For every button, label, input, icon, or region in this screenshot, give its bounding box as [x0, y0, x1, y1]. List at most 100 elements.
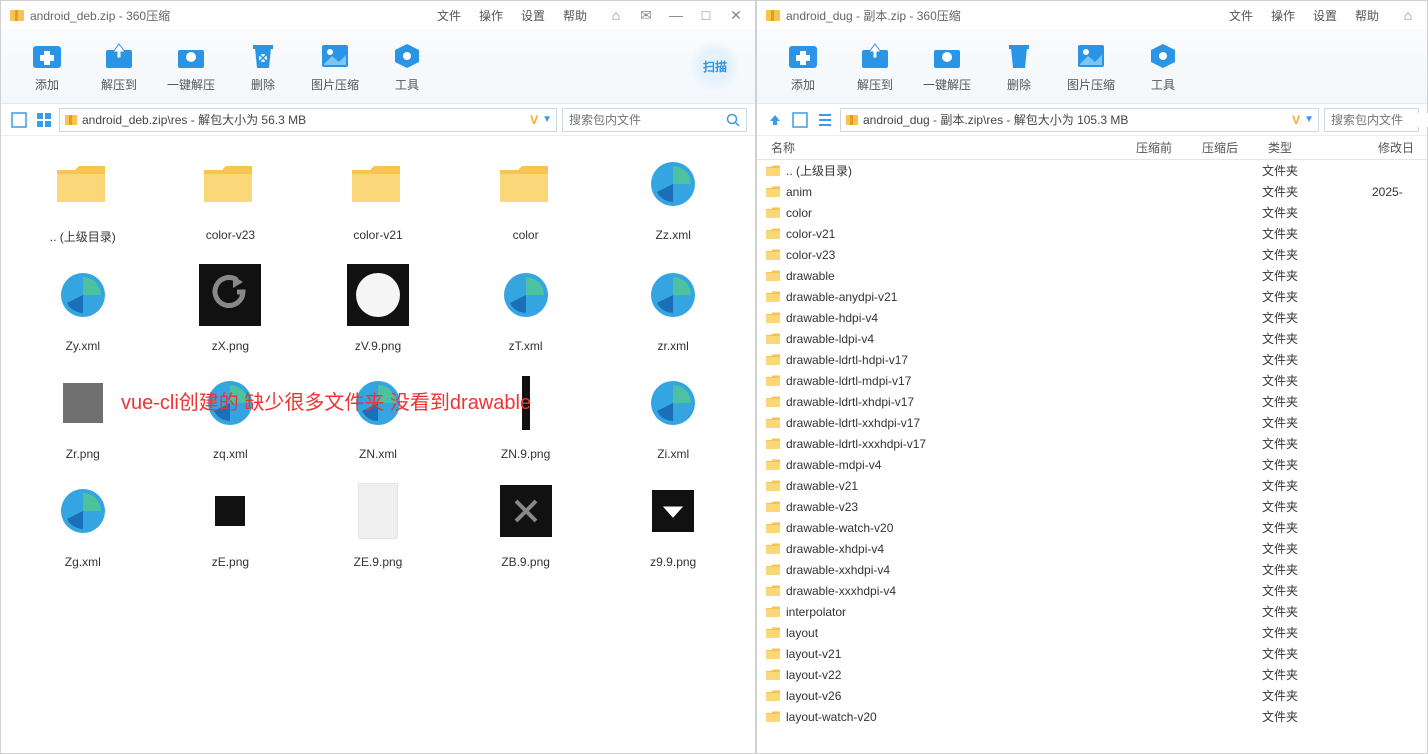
list-row[interactable]: interpolator文件夹 [757, 601, 1427, 622]
file-item[interactable]: color [456, 148, 596, 245]
extract-to-button[interactable]: 解压到 [83, 40, 155, 93]
file-item[interactable]: zq.xml [161, 367, 301, 461]
delete-button[interactable]: 删除 [227, 40, 299, 93]
add-button[interactable]: 添加 [11, 40, 83, 93]
list-row[interactable]: drawable-anydpi-v21文件夹 [757, 286, 1427, 307]
file-item[interactable]: Zi.xml [603, 367, 743, 461]
search-box[interactable] [562, 108, 747, 132]
theme-icon[interactable]: ⌂ [605, 7, 627, 24]
list-row[interactable]: layout-v22文件夹 [757, 664, 1427, 685]
file-item[interactable]: Zr.png [13, 367, 153, 461]
up-icon[interactable] [765, 110, 785, 130]
list-row[interactable]: layout文件夹 [757, 622, 1427, 643]
file-thumb [490, 148, 562, 220]
file-name: zq.xml [213, 447, 248, 461]
left-window: android_deb.zip - 360压缩 文件 操作 设置 帮助 ⌂ ✉ … [0, 0, 756, 754]
list-row[interactable]: color文件夹 [757, 202, 1427, 223]
close-button[interactable]: ✕ [725, 7, 747, 24]
file-item[interactable]: color-v21 [308, 148, 448, 245]
view-list-icon[interactable] [790, 110, 810, 130]
list-row[interactable]: drawable-v23文件夹 [757, 496, 1427, 517]
list-row[interactable]: layout-watch-v20文件夹 [757, 706, 1427, 727]
list-row[interactable]: drawable-xxhdpi-v4文件夹 [757, 559, 1427, 580]
list-row[interactable]: anim文件夹2025- [757, 181, 1427, 202]
file-item[interactable]: z9.9.png [603, 475, 743, 569]
file-item[interactable]: zT.xml [456, 259, 596, 353]
maximize-button[interactable]: □ [695, 7, 717, 24]
tools-button[interactable]: 工具 [371, 40, 443, 93]
extract-to-button[interactable]: 解压到 [839, 40, 911, 93]
menu-help[interactable]: 帮助 [1355, 7, 1379, 24]
list-row[interactable]: drawable-watch-v20文件夹 [757, 517, 1427, 538]
view-grid-icon[interactable] [34, 110, 54, 130]
menu-operate[interactable]: 操作 [479, 7, 503, 24]
menu-help[interactable]: 帮助 [563, 7, 587, 24]
col-after[interactable]: 压缩后 [1196, 139, 1262, 156]
col-name[interactable]: 名称 [765, 139, 1130, 156]
one-click-extract-button[interactable]: 一键解压 [155, 40, 227, 93]
list-row[interactable]: drawable-v21文件夹 [757, 475, 1427, 496]
search-box[interactable] [1324, 108, 1419, 132]
one-click-extract-button[interactable]: 一键解压 [911, 40, 983, 93]
file-item[interactable]: zX.png [161, 259, 301, 353]
view-list-icon[interactable] [9, 110, 29, 130]
delete-button[interactable]: 删除 [983, 40, 1055, 93]
file-item[interactable]: ZN.9.png [456, 367, 596, 461]
list-row[interactable]: drawable-ldrtl-hdpi-v17文件夹 [757, 349, 1427, 370]
file-item[interactable]: ZE.9.png [308, 475, 448, 569]
search-icon[interactable] [726, 113, 740, 127]
add-button[interactable]: 添加 [767, 40, 839, 93]
list-row[interactable]: drawable-ldrtl-xxhdpi-v17文件夹 [757, 412, 1427, 433]
path-input[interactable]: V ▼ [840, 108, 1319, 132]
path-field[interactable] [82, 113, 526, 127]
file-item[interactable]: Zz.xml [603, 148, 743, 245]
list-row[interactable]: layout-v26文件夹 [757, 685, 1427, 706]
col-date[interactable]: 修改日 [1372, 139, 1427, 156]
search-input[interactable] [569, 113, 726, 127]
list-row[interactable]: drawable-hdpi-v4文件夹 [757, 307, 1427, 328]
file-item[interactable]: Zy.xml [13, 259, 153, 353]
menu-file[interactable]: 文件 [1229, 7, 1253, 24]
feedback-icon[interactable]: ✉ [635, 7, 657, 24]
folder-icon [765, 185, 781, 199]
image-compress-button[interactable]: 图片压缩 [1055, 40, 1127, 93]
dropdown-icon[interactable]: ▼ [542, 114, 552, 125]
file-item[interactable]: Zg.xml [13, 475, 153, 569]
list-row[interactable]: color-v21文件夹 [757, 223, 1427, 244]
scan-badge[interactable]: 扫描 [690, 39, 740, 94]
file-item[interactable]: ZB.9.png [456, 475, 596, 569]
list-row[interactable]: drawable-ldrtl-xhdpi-v17文件夹 [757, 391, 1427, 412]
theme-icon[interactable]: ⌂ [1397, 7, 1419, 23]
col-type[interactable]: 类型 [1262, 139, 1372, 156]
menu-file[interactable]: 文件 [437, 7, 461, 24]
list-row[interactable]: layout-v21文件夹 [757, 643, 1427, 664]
list-row[interactable]: drawable-mdpi-v4文件夹 [757, 454, 1427, 475]
menu-operate[interactable]: 操作 [1271, 7, 1295, 24]
path-input[interactable]: V ▼ [59, 108, 557, 132]
tools-button[interactable]: 工具 [1127, 40, 1199, 93]
file-item[interactable]: zE.png [161, 475, 301, 569]
list-row[interactable]: drawable-ldpi-v4文件夹 [757, 328, 1427, 349]
menu-settings[interactable]: 设置 [1313, 7, 1337, 24]
minimize-button[interactable]: — [665, 7, 687, 24]
menu-settings[interactable]: 设置 [521, 7, 545, 24]
file-item[interactable]: zr.xml [603, 259, 743, 353]
file-item[interactable]: .. (上级目录) [13, 148, 153, 245]
list-row[interactable]: drawable-xxxhdpi-v4文件夹 [757, 580, 1427, 601]
list-row[interactable]: drawable文件夹 [757, 265, 1427, 286]
path-field[interactable] [863, 113, 1288, 127]
list-row[interactable]: drawable-ldrtl-mdpi-v17文件夹 [757, 370, 1427, 391]
file-item[interactable]: ZN.xml [308, 367, 448, 461]
list-row[interactable]: color-v23文件夹 [757, 244, 1427, 265]
file-item[interactable]: color-v23 [161, 148, 301, 245]
file-item[interactable]: zV.9.png [308, 259, 448, 353]
view-detail-icon[interactable] [815, 110, 835, 130]
list-row[interactable]: .. (上级目录)文件夹 [757, 160, 1427, 181]
list-row[interactable]: drawable-xhdpi-v4文件夹 [757, 538, 1427, 559]
file-thumb [194, 475, 266, 547]
image-compress-button[interactable]: 图片压缩 [299, 40, 371, 93]
search-input[interactable] [1331, 113, 1428, 127]
list-row[interactable]: drawable-ldrtl-xxxhdpi-v17文件夹 [757, 433, 1427, 454]
col-before[interactable]: 压缩前 [1130, 139, 1196, 156]
dropdown-icon[interactable]: ▼ [1304, 114, 1314, 125]
